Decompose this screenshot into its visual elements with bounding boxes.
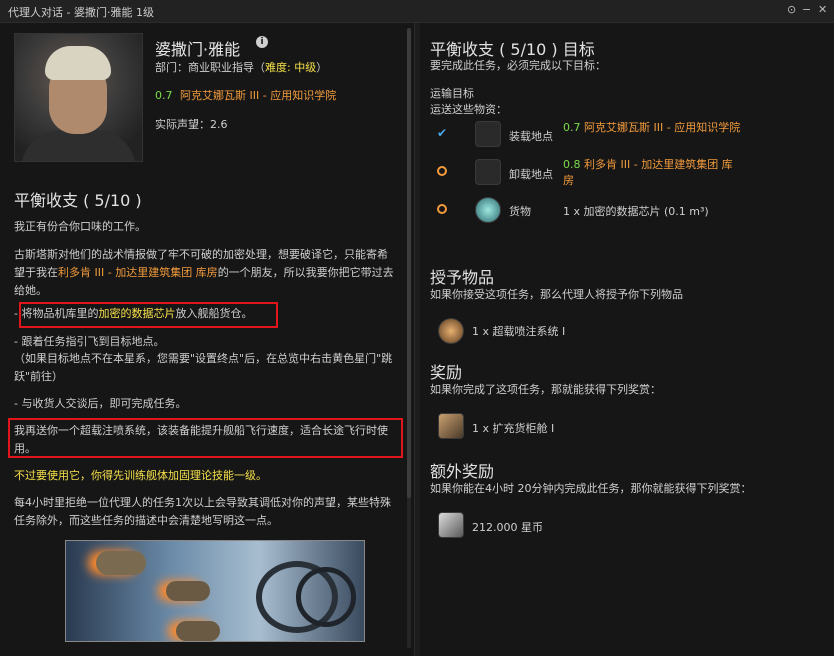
afterburner-icon: [438, 318, 464, 344]
step-fly: - 跟着任务指引飞到目标地点。: [14, 335, 165, 348]
highlight-box-2: [8, 418, 403, 458]
window-title: 代理人对话 - 婆撒门·雅能 1级: [8, 6, 154, 19]
agent-security-status: 0.7: [155, 89, 173, 102]
cargo-expander-icon: [438, 413, 464, 439]
objectives-subtitle: 要完成此任务，必须完成以下目标：: [430, 59, 606, 72]
info-window-icon[interactable]: ⊙: [787, 3, 796, 16]
data-chip-icon: [475, 197, 501, 223]
dropoff-label: 卸载地点: [509, 168, 553, 181]
granted-item[interactable]: 1 x 超载喷注系统 I: [472, 323, 565, 339]
reward-subtitle: 如果你完成了这项任务，那就能获得下列奖赏：: [430, 383, 661, 396]
cargo-label: 货物: [509, 205, 531, 218]
agent-portrait[interactable]: [14, 33, 143, 162]
agent-division: 部门：商业职业指导（: [155, 61, 265, 74]
title-bar: 代理人对话 - 婆撒门·雅能 1级 ⊙ − ✕: [0, 0, 834, 23]
info-icon[interactable]: i: [256, 36, 268, 48]
close-icon[interactable]: ✕: [818, 3, 827, 16]
transport-header: 运输目标: [430, 87, 474, 100]
granted-subtitle: 如果你接受这项任务，那么代理人将授予你下列物品: [430, 288, 683, 301]
decline-warning: 每4小时里拒绝一位代理人的任务1次以上会导致其调低对你的声望，某些特殊任务除外，…: [14, 496, 391, 527]
pending-dot-icon: [437, 204, 447, 214]
reward-item[interactable]: 1 x 扩充货柜舱 I: [472, 420, 554, 436]
pickup-label: 装载地点: [509, 130, 553, 143]
cargo-value[interactable]: 1 x 加密的数据芯片 (0.1 m³): [563, 203, 709, 219]
step-fly-note: （如果目标地点不在本星系，您需要"设置终点"后，在总览中右击黄色星门"跳跃"前往…: [14, 352, 393, 383]
agent-standing: 实际声望：2.6: [155, 118, 228, 131]
isk-icon: [438, 512, 464, 538]
agent-division-close: ）: [316, 61, 328, 74]
dropoff-location[interactable]: 0.8 利多肯 III - 加达里建筑集团 库房: [563, 157, 743, 189]
agent-location-link[interactable]: 阿克艾娜瓦斯 III - 应用知识学院: [180, 89, 336, 102]
highlight-box-1: [19, 302, 278, 328]
mission-text-1: 我正有份合你口味的工作。: [14, 220, 146, 233]
mission-banner-image: [65, 540, 365, 642]
granted-title: 授予物品: [430, 268, 495, 287]
pickup-location[interactable]: 0.7 阿克艾娜瓦斯 III - 应用知识学院: [563, 120, 743, 136]
agent-name: 婆撒门·雅能: [155, 40, 241, 59]
completed-check-icon: ✔: [437, 126, 448, 140]
objectives-panel: [420, 23, 834, 656]
pending-dot-icon: [437, 166, 447, 176]
bonus-title: 额外奖励: [430, 462, 495, 481]
reward-title: 奖励: [430, 363, 463, 382]
mission-text-2: 古斯塔斯对他们的战术情报做了牢不可破的加密处理，想要破译它，只能寄希望于我在利多…: [14, 248, 394, 297]
left-scrollbar[interactable]: [407, 28, 411, 648]
bonus-item: 212.000 星币: [472, 521, 543, 534]
dropoff-station-icon: [475, 159, 501, 185]
minimize-icon[interactable]: −: [802, 3, 811, 16]
agent-difficulty: 难度: 中级: [265, 61, 317, 74]
step-talk: - 与收货人交谈后，即可完成任务。: [14, 397, 187, 410]
bonus-subtitle: 如果你能在4小时 20分钟内完成此任务，那你就能获得下列奖赏：: [430, 482, 752, 495]
destination-link[interactable]: 利多肯 III - 加达里建筑集团 库房: [58, 266, 218, 279]
pickup-station-icon: [475, 121, 501, 147]
skill-warning: 不过要使用它，你得先训练舰体加固理论技能一级。: [14, 469, 267, 482]
mission-title: 平衡收支 ( 5/10 ): [14, 191, 142, 210]
transport-subtitle: 运送这些物资：: [430, 103, 507, 116]
agent-conversation-window: 代理人对话 - 婆撒门·雅能 1级 ⊙ − ✕ 婆撒门·雅能 i 部门：商业职业…: [0, 0, 834, 656]
